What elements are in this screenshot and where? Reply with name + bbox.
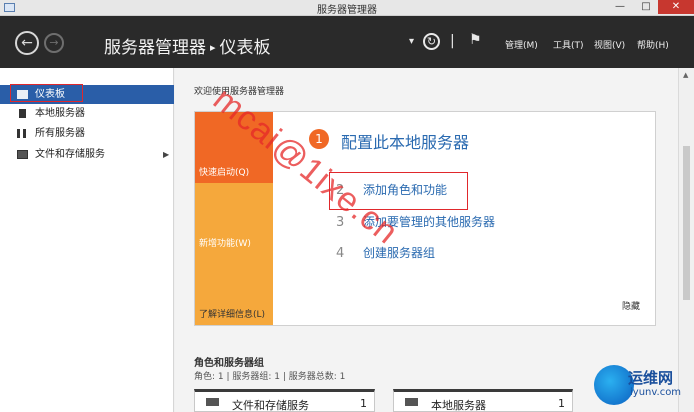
minimize-button[interactable]: — bbox=[608, 0, 632, 14]
forward-button[interactable]: → bbox=[44, 33, 64, 53]
scroll-up-icon[interactable]: ▲ bbox=[683, 71, 688, 79]
sidebar-item-all-servers[interactable]: 所有服务器 bbox=[0, 124, 174, 143]
create-group-link[interactable]: 创建服务器组 bbox=[363, 246, 435, 260]
back-button[interactable]: ← bbox=[15, 31, 39, 55]
storage-icon bbox=[17, 150, 28, 159]
tile-whats-new[interactable]: 新增功能(W) bbox=[195, 183, 273, 254]
role-card-local-server[interactable]: 本地服务器 1 bbox=[393, 389, 573, 412]
divider: | bbox=[450, 33, 455, 49]
configure-local-server-link[interactable]: 配置此本地服务器 bbox=[341, 129, 469, 153]
storage-icon bbox=[206, 398, 219, 406]
maximize-button[interactable]: □ bbox=[634, 0, 658, 14]
card-title: 本地服务器 bbox=[431, 399, 486, 412]
card-count: 1 bbox=[360, 397, 367, 410]
logo-url: iyunv.com bbox=[630, 387, 682, 398]
notifications-flag-icon[interactable]: ⚑ bbox=[469, 32, 482, 48]
breadcrumb-separator-icon: ▸ bbox=[210, 41, 216, 54]
scrollbar-thumb[interactable] bbox=[683, 146, 690, 300]
vertical-scrollbar[interactable]: ▲ bbox=[678, 68, 694, 412]
dropdown-icon[interactable]: ▾ bbox=[409, 36, 414, 47]
sidebar-item-file-storage[interactable]: 文件和存储服务 ▶ bbox=[0, 145, 174, 164]
header-bar: ← → 服务器管理器 ▸ 仪表板 ▾ ↻ | ⚑ 管理(M) 工具(T) 视图(V)… bbox=[0, 16, 694, 68]
menu-view[interactable]: 视图(V) bbox=[594, 38, 625, 51]
sidebar-item-label: 文件和存储服务 bbox=[35, 149, 105, 160]
sidebar: 仪表板 本地服务器 所有服务器 文件和存储服务 ▶ bbox=[0, 68, 174, 412]
breadcrumb-current: 仪表板 bbox=[219, 38, 271, 58]
tile-label: 了解详细信息(L) bbox=[199, 310, 266, 320]
logo-text: 运维网 bbox=[628, 369, 674, 387]
highlight-box bbox=[10, 84, 83, 102]
servers-icon bbox=[17, 129, 23, 138]
breadcrumb: 服务器管理器 ▸ 仪表板 bbox=[104, 33, 271, 58]
server-icon bbox=[405, 398, 418, 406]
menu-help[interactable]: 帮助(H) bbox=[637, 38, 669, 51]
role-card-file-storage[interactable]: 文件和存储服务 1 bbox=[194, 389, 375, 412]
sidebar-item-label: 所有服务器 bbox=[35, 128, 85, 139]
breadcrumb-root[interactable]: 服务器管理器 bbox=[104, 38, 206, 58]
window-title: 服务器管理器 bbox=[317, 5, 377, 16]
server-icon bbox=[19, 109, 26, 118]
refresh-icon[interactable]: ↻ bbox=[423, 33, 440, 50]
header-tools: ▾ ↻ | ⚑ bbox=[409, 32, 482, 50]
title-bar: 服务器管理器 — □ ✕ bbox=[0, 0, 694, 16]
hide-link[interactable]: 隐藏 bbox=[622, 299, 640, 312]
tile-learn-more[interactable]: 了解详细信息(L) bbox=[195, 254, 273, 325]
card-count: 1 bbox=[558, 397, 565, 410]
tile-label: 快速启动(Q) bbox=[199, 168, 250, 178]
sidebar-item-label: 本地服务器 bbox=[35, 108, 85, 119]
roles-heading: 角色和服务器组 bbox=[194, 358, 264, 369]
menu-manage[interactable]: 管理(M) bbox=[505, 38, 538, 51]
expand-arrow-icon[interactable]: ▶ bbox=[163, 145, 169, 164]
menu-tools[interactable]: 工具(T) bbox=[553, 38, 584, 51]
tile-label: 新增功能(W) bbox=[199, 239, 251, 249]
roles-summary: 角色: 1 | 服务器组: 1 | 服务器总数: 1 bbox=[194, 372, 346, 382]
close-button[interactable]: ✕ bbox=[658, 0, 694, 14]
site-logo: 运维网 iyunv.com bbox=[594, 363, 690, 409]
card-title: 文件和存储服务 bbox=[232, 399, 309, 412]
step-number: 4 bbox=[336, 246, 345, 261]
sidebar-item-local-server[interactable]: 本地服务器 bbox=[0, 104, 174, 123]
